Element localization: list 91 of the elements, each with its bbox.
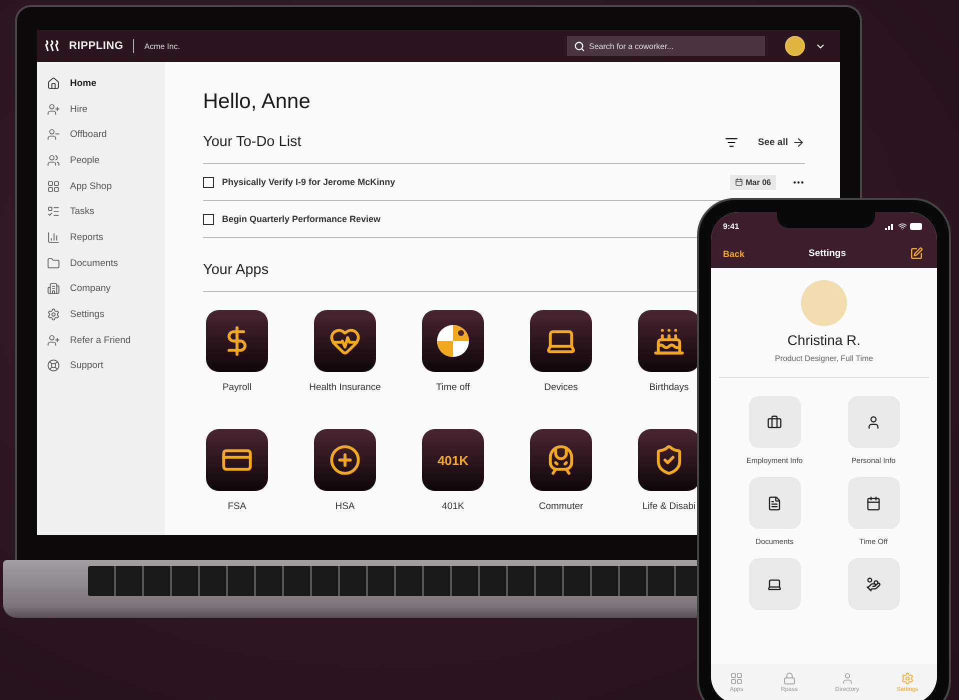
- sidebar-item[interactable]: Home: [47, 74, 165, 93]
- avatar: [801, 280, 847, 326]
- settings-tile[interactable]: [748, 396, 800, 448]
- app-tile[interactable]: 401K: [422, 429, 484, 491]
- sidebar-item[interactable]: Hire: [47, 100, 165, 118]
- app-tile[interactable]: [530, 429, 592, 491]
- company-name: Acme Inc.: [144, 42, 180, 50]
- settings-tile[interactable]: [848, 477, 900, 529]
- sidebar-item[interactable]: Refer a Friend: [47, 330, 165, 350]
- list-icon: [47, 205, 60, 218]
- checkbox[interactable]: [203, 176, 214, 188]
- settings-tile[interactable]: [748, 477, 800, 529]
- status-time: 9:41: [723, 222, 740, 231]
- app-tile[interactable]: [314, 429, 376, 491]
- greeting: Hello, Anne: [203, 90, 312, 114]
- todo-text: Physically Verify I-9 for Jerome McKinny: [222, 177, 396, 187]
- app-tile[interactable]: [422, 310, 484, 372]
- screen-title: Settings: [808, 248, 846, 259]
- app-label: Commuter: [538, 501, 584, 512]
- app-label: Birthdays: [649, 382, 689, 393]
- app-label: Devices: [544, 382, 578, 393]
- money-icon: [866, 576, 881, 592]
- user-icon: [866, 414, 881, 430]
- sidebar-item[interactable]: Offboard: [47, 125, 165, 144]
- app-label: Health Insurance: [309, 382, 381, 393]
- checkbox[interactable]: [203, 214, 214, 224]
- profile-name: Christina R.: [787, 332, 861, 348]
- avatar[interactable]: [785, 36, 805, 56]
- edit-icon[interactable]: [910, 247, 923, 260]
- back-link[interactable]: Back: [723, 248, 745, 258]
- calendar-icon: [734, 178, 743, 186]
- sidebar-item[interactable]: Documents: [47, 254, 165, 272]
- profile-role: Product Designer, Full Time: [774, 354, 874, 363]
- laptop-icon: [767, 576, 782, 592]
- sidebar-item[interactable]: Reports: [47, 228, 165, 247]
- arrow-right-icon: [792, 136, 805, 148]
- grid-icon: [47, 180, 60, 193]
- brand-name: RIPPLING: [69, 40, 124, 52]
- todo-text: Begin Quarterly Performance Review: [222, 214, 381, 224]
- app-tile[interactable]: [638, 310, 700, 372]
- filter-icon[interactable]: [724, 136, 738, 148]
- users-icon: [47, 154, 60, 167]
- home-icon: [47, 76, 60, 90]
- sidebar-item[interactable]: App Shop: [47, 176, 165, 196]
- app-icon-text: 401K: [437, 452, 469, 468]
- lifebuoy-icon: [47, 359, 60, 372]
- battery-icon: [910, 223, 923, 230]
- sidebar-item[interactable]: Tasks: [47, 202, 165, 222]
- wifi-icon: [898, 222, 907, 231]
- app-tile[interactable]: [638, 429, 700, 491]
- folder-icon: [47, 256, 60, 270]
- app-tile[interactable]: [314, 310, 376, 372]
- user-minus-icon: [47, 128, 60, 142]
- lock-icon: [782, 672, 796, 685]
- search-field[interactable]: Search for a coworker...: [567, 36, 765, 56]
- sidebar-item[interactable]: Support: [47, 356, 165, 376]
- section-title: Your To-Do List: [203, 134, 302, 150]
- sidebar-item[interactable]: People: [47, 151, 165, 170]
- app-label: Time off: [436, 382, 470, 393]
- user-icon: [840, 672, 854, 685]
- settings-tile[interactable]: [848, 558, 900, 610]
- user-plus-icon: [47, 334, 60, 347]
- app-label: 401K: [442, 501, 464, 512]
- settings-icon: [47, 308, 60, 322]
- section-title: Your Apps: [203, 262, 269, 278]
- building-icon: [47, 282, 60, 296]
- logo-icon: [45, 40, 59, 52]
- briefcase-icon: [767, 414, 782, 430]
- app-label: Life & Disabi: [642, 501, 696, 512]
- app-label: HSA: [335, 501, 355, 512]
- plus-icon: [329, 444, 361, 476]
- see-all-link[interactable]: See all: [758, 136, 805, 148]
- app-tile[interactable]: [206, 310, 268, 372]
- sidebar-item[interactable]: Company: [47, 280, 165, 298]
- app-tile[interactable]: [206, 429, 268, 491]
- user-plus-icon: [47, 102, 60, 116]
- app-tile[interactable]: [530, 310, 592, 372]
- app-label: FSA: [228, 501, 246, 512]
- settings-tile[interactable]: [748, 558, 800, 610]
- signal-icon: [885, 223, 895, 230]
- search-icon: [574, 40, 585, 52]
- calendar-icon: [866, 496, 881, 510]
- chart-icon: [47, 230, 60, 244]
- settings-icon: [900, 672, 914, 685]
- due-date: Mar 06: [746, 178, 771, 186]
- beach-ball-icon: [436, 324, 470, 358]
- settings-tile[interactable]: [848, 396, 900, 448]
- grid-icon: [730, 672, 744, 685]
- app-label: Payroll: [222, 382, 252, 393]
- sidebar-item[interactable]: Settings: [47, 305, 165, 324]
- document-icon: [767, 496, 782, 510]
